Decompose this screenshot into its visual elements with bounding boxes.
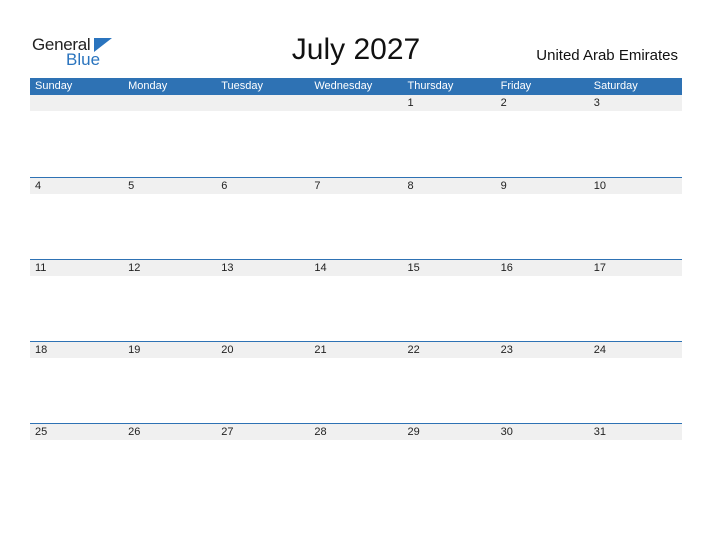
- day-cell: 8: [407, 180, 414, 192]
- date-strip: 1 2 3: [30, 95, 682, 111]
- day-cell: 5: [128, 180, 135, 192]
- weekday-saturday: Saturday: [593, 80, 638, 92]
- day-cell: 25: [35, 426, 48, 438]
- week-row: 18 19 20 21 22 23 24: [30, 341, 682, 423]
- weekday-friday: Friday: [500, 80, 532, 92]
- day-cell: 10: [593, 180, 606, 192]
- day-cell: 1: [407, 97, 414, 109]
- week-row: 25 26 27 28 29 30 31: [30, 423, 682, 505]
- date-strip: 11 12 13 14 15 16 17: [30, 260, 682, 276]
- day-cell: [123, 95, 216, 111]
- week-row: 11 12 13 14 15 16 17: [30, 259, 682, 341]
- day-cell: 28: [314, 426, 327, 438]
- day-cell: 11: [35, 262, 47, 274]
- country-label: United Arab Emirates: [536, 47, 678, 64]
- date-strip: 4 5 6 7 8 9 10: [30, 178, 682, 194]
- day-cell: 30: [500, 426, 513, 438]
- day-cell: 13: [221, 262, 234, 274]
- calendar-grid: Sunday Monday Tuesday Wednesday Thursday…: [30, 78, 682, 505]
- day-cell: [30, 95, 123, 111]
- day-cell: 29: [407, 426, 420, 438]
- day-cell: [309, 95, 402, 111]
- day-cell: 17: [593, 262, 606, 274]
- day-cell: 4: [35, 180, 42, 192]
- day-cell: 3: [593, 97, 600, 109]
- day-cell: 16: [500, 262, 513, 274]
- day-cell: 26: [128, 426, 141, 438]
- weekday-sunday: Sunday: [35, 80, 73, 92]
- weeks-container: 1 2 3 4 5 6 7 8 9 10 11 12 13 14 15 16 17 18 19 20 21 22 23 24 2…: [30, 95, 682, 505]
- day-cell: 31: [593, 426, 606, 438]
- weekday-wednesday: Wednesday: [314, 80, 373, 92]
- day-cell: 7: [314, 180, 321, 192]
- day-cell: 27: [221, 426, 234, 438]
- day-cell: 19: [128, 344, 141, 356]
- weekday-header: Sunday Monday Tuesday Wednesday Thursday…: [30, 78, 682, 95]
- week-row: 1 2 3: [30, 95, 682, 177]
- day-cell: 6: [221, 180, 228, 192]
- day-cell: 9: [500, 180, 507, 192]
- weekday-tuesday: Tuesday: [221, 80, 264, 92]
- date-strip: 18 19 20 21 22 23 24: [30, 342, 682, 358]
- day-cell: [216, 95, 309, 111]
- day-cell: 15: [407, 262, 420, 274]
- day-cell: 22: [407, 344, 420, 356]
- weekday-thursday: Thursday: [407, 80, 454, 92]
- day-cell: 14: [314, 262, 327, 274]
- day-cell: 20: [221, 344, 234, 356]
- weekday-monday: Monday: [128, 80, 168, 92]
- day-cell: 24: [593, 344, 606, 356]
- day-cell: 21: [314, 344, 327, 356]
- date-strip: 25 26 27 28 29 30 31: [30, 424, 682, 440]
- day-cell: 2: [500, 97, 507, 109]
- day-cell: 12: [128, 262, 141, 274]
- day-cell: 18: [35, 344, 48, 356]
- week-row: 4 5 6 7 8 9 10: [30, 177, 682, 259]
- day-cell: 23: [500, 344, 513, 356]
